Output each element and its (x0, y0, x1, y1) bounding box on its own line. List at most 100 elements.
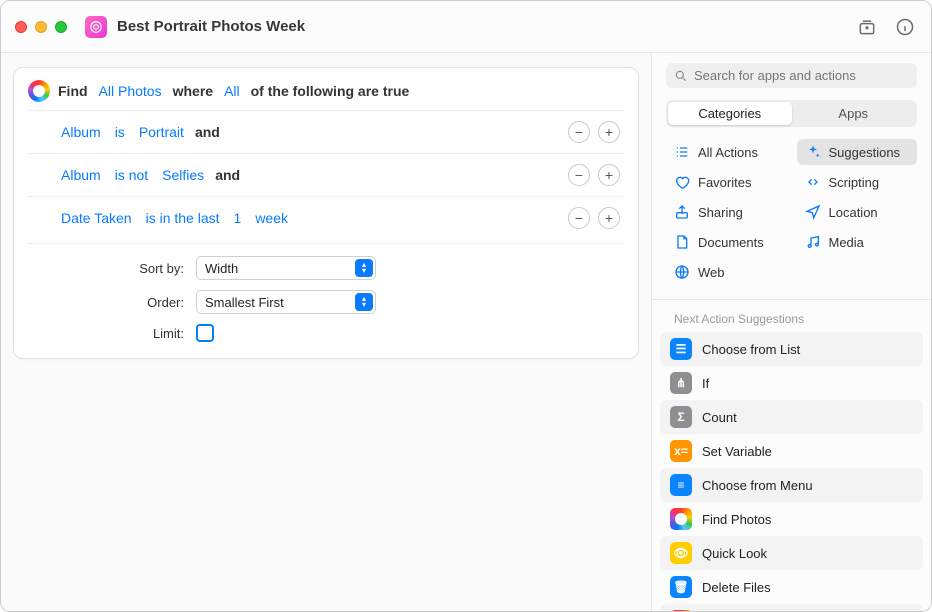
rule-value-token[interactable]: Portrait (136, 123, 187, 141)
search-icon (674, 69, 688, 83)
sort-by-label: Sort by: (28, 261, 188, 276)
category-location[interactable]: Location (797, 199, 918, 225)
category-label: All Actions (698, 145, 758, 160)
suggestion-label: If (702, 376, 709, 391)
fullscreen-window-button[interactable] (55, 21, 67, 33)
remove-rule-button[interactable]: − (568, 164, 590, 186)
remove-rule-button[interactable]: − (568, 121, 590, 143)
category-label: Documents (698, 235, 764, 250)
sidebar-toolbar (651, 1, 931, 53)
category-web[interactable]: Web (666, 259, 787, 285)
match-tail-label: of the following are true (251, 83, 410, 99)
sparkle-icon (805, 144, 821, 160)
media-icon (805, 234, 821, 250)
rule-field-token[interactable]: Date Taken (58, 209, 135, 227)
chevron-updown-icon: ▴▾ (355, 293, 373, 311)
info-button[interactable] (895, 17, 915, 37)
sort-by-value: Width (205, 261, 238, 276)
suggestion-label: Delete Files (702, 580, 771, 595)
suggestion-set-variable[interactable]: x=Set Variable (660, 434, 923, 468)
var-icon: x= (670, 440, 692, 462)
tab-apps[interactable]: Apps (792, 102, 916, 125)
suggestion-quick-look[interactable]: 👁Quick Look (660, 536, 923, 570)
heart-icon (674, 174, 690, 190)
category-label: Location (829, 205, 878, 220)
add-rule-button[interactable]: + (598, 121, 620, 143)
find-photos-action[interactable]: Find All Photos where All of the followi… (13, 67, 639, 359)
web-icon (674, 264, 690, 280)
category-sharing[interactable]: Sharing (666, 199, 787, 225)
action-library-sidebar: Categories Apps All Actions Suggestions Fa… (651, 53, 931, 612)
add-rule-button[interactable]: + (598, 207, 620, 229)
source-token[interactable]: All Photos (96, 82, 165, 100)
rule-value-token[interactable]: Selfies (159, 166, 207, 184)
category-all-actions[interactable]: All Actions (666, 139, 787, 165)
location-icon (805, 204, 821, 220)
categories-grid: All Actions Suggestions Favorites Scripting… (652, 137, 931, 295)
choose-icon: ☰ (670, 338, 692, 360)
rule-value-token[interactable]: 1 (231, 209, 245, 227)
where-label: where (173, 83, 213, 99)
filter-rule-row: Albumis Portrait and −+ (28, 110, 624, 153)
main-split: Find All Photos where All of the followi… (1, 53, 931, 611)
limit-checkbox[interactable] (196, 324, 214, 342)
add-rule-button[interactable]: + (598, 164, 620, 186)
suggestion-find-photos[interactable]: Find Photos (660, 502, 923, 536)
trash-icon: 🗑 (670, 576, 692, 598)
script-icon (805, 174, 821, 190)
suggestion-choose-from-menu[interactable]: ≡ Choose from Menu (660, 468, 923, 502)
category-label: Suggestions (829, 145, 901, 160)
category-documents[interactable]: Documents (666, 229, 787, 255)
suggestion-label: Quick Look (702, 546, 767, 561)
category-suggestions[interactable]: Suggestions (797, 139, 918, 165)
filter-rule-row: Date Taken is in the last 1 week −+ (28, 196, 624, 239)
suggestion-if[interactable]: ⋔ If (660, 366, 923, 400)
rule-field-token[interactable]: Album (58, 166, 104, 184)
action-settings: Sort by: Width ▴▾ Order: Smallest First … (28, 243, 624, 342)
match-mode-token[interactable]: All (221, 82, 243, 100)
order-value: Smallest First (205, 295, 284, 310)
category-label: Scripting (829, 175, 880, 190)
if-icon: ⋔ (670, 372, 692, 394)
photos-icon (28, 80, 50, 102)
rule-unit-token[interactable]: week (252, 209, 291, 227)
rule-operator-token[interactable]: is in the last (143, 209, 223, 227)
suggestion-delete-photos[interactable]: Delete Photos (660, 604, 923, 612)
list-icon (674, 144, 690, 160)
window-controls (15, 21, 67, 33)
suggestion-choose-from-list[interactable]: ☰ Choose from List (660, 332, 923, 366)
close-window-button[interactable] (15, 21, 27, 33)
suggestion-count[interactable]: ΣCount (660, 400, 923, 434)
tab-categories[interactable]: Categories (668, 102, 792, 125)
category-scripting[interactable]: Scripting (797, 169, 918, 195)
category-label: Sharing (698, 205, 743, 220)
shortcut-app-icon (85, 16, 107, 38)
category-favorites[interactable]: Favorites (666, 169, 787, 195)
minimize-window-button[interactable] (35, 21, 47, 33)
category-media[interactable]: Media (797, 229, 918, 255)
search-input[interactable] (694, 68, 909, 83)
rule-conjunction: and (215, 167, 240, 183)
rule-operator-token[interactable]: is (112, 123, 128, 141)
order-select[interactable]: Smallest First ▴▾ (196, 290, 376, 314)
filter-rule-row: Album is not Selfies and −+ (28, 153, 624, 196)
limit-label: Limit: (28, 326, 188, 341)
share-icon (674, 204, 690, 220)
menu-icon: ≡ (670, 474, 692, 496)
order-label: Order: (28, 295, 188, 310)
category-label: Media (829, 235, 864, 250)
rule-conjunction: and (195, 124, 220, 140)
library-button[interactable] (857, 17, 877, 37)
suggestion-label: Count (702, 410, 737, 425)
remove-rule-button[interactable]: − (568, 207, 590, 229)
suggestion-delete-files[interactable]: 🗑 Delete Files (660, 570, 923, 604)
suggestions-list: ☰ Choose from List ⋔ If ΣCountx=Set Variable… (652, 332, 931, 612)
workflow-canvas[interactable]: Find All Photos where All of the followi… (1, 53, 651, 611)
category-label: Favorites (698, 175, 751, 190)
rule-operator-token[interactable]: is not (112, 166, 151, 184)
suggestion-label: Choose from Menu (702, 478, 813, 493)
rule-field-token[interactable]: Album (58, 123, 104, 141)
sort-by-select[interactable]: Width ▴▾ (196, 256, 376, 280)
suggestion-label: Choose from List (702, 342, 800, 357)
suggestions-heading: Next Action Suggestions (652, 304, 931, 332)
